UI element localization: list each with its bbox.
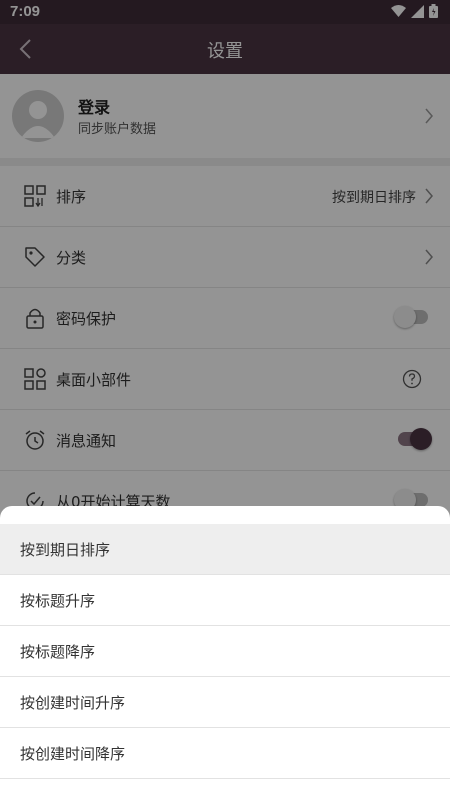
sort-option-label: 按标题升序 bbox=[20, 592, 96, 610]
sort-option-label: 按创建时间升序 bbox=[20, 694, 126, 712]
sort-option[interactable]: 按到期日排序 bbox=[0, 524, 450, 575]
sort-option[interactable]: 按标题升序 bbox=[0, 575, 450, 626]
sort-option-label: 按标题降序 bbox=[20, 643, 96, 661]
sort-option-label: 按创建时间降序 bbox=[20, 745, 126, 763]
sort-option-label: 按到期日排序 bbox=[20, 541, 111, 559]
sort-options-sheet: 按到期日排序 按标题升序 按标题降序 按创建时间升序 按创建时间降序 bbox=[0, 506, 450, 800]
sort-option[interactable]: 按标题降序 bbox=[0, 626, 450, 677]
sort-option[interactable]: 按创建时间降序 bbox=[0, 728, 450, 779]
sort-option[interactable]: 按创建时间升序 bbox=[0, 677, 450, 728]
